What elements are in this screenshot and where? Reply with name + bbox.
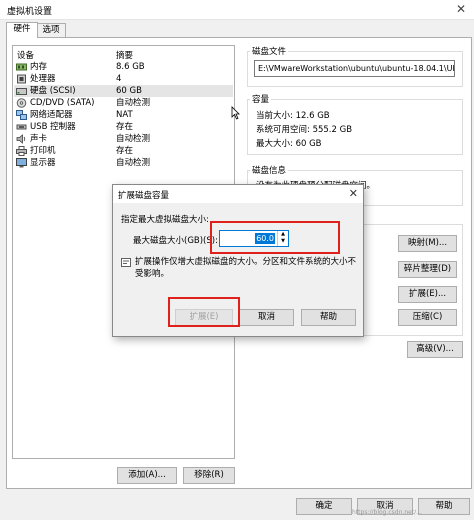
compact-button[interactable]: 压缩(C) [398,309,457,326]
device-summary: 8.6 GB [116,62,145,72]
device-summary: 自动检测 [116,98,151,108]
hard-disk-icon [16,88,27,95]
dialog-title: 扩展磁盘容量 [118,191,170,201]
device-summary: NAT [116,110,133,120]
device-name: 声卡 [30,134,48,144]
device-row-hard-disk[interactable]: 硬盘 (SCSI) 60 GB [14,85,233,97]
summary-column-header: 摘要 [116,51,134,61]
device-summary: 60 GB [116,86,142,96]
map-button[interactable]: 映射(M)... [398,235,457,252]
dialog-prompt: 指定最大虚拟磁盘大小: [121,215,209,225]
expand-disk-dialog: 扩展磁盘容量 ✕ 指定最大虚拟磁盘大小: 最大磁盘大小(GB)(S): 60.0… [112,184,364,337]
disk-file-title: 磁盘文件 [250,45,289,57]
expand-disk-button[interactable]: 扩展(E)... [398,286,457,303]
device-row-memory[interactable]: 内存 8.6 GB [14,61,233,73]
expand-highlight-box [168,297,240,327]
watermark-text: https://blog.csdn.net/... [352,509,422,516]
device-row-processor[interactable]: 处理器 4 [14,73,233,85]
disk-info-title: 磁盘信息 [250,164,289,176]
tab-hardware[interactable]: 硬件 [6,22,38,38]
usb-icon [16,124,27,130]
device-name: USB 控制器 [30,122,76,132]
remove-device-button[interactable]: 移除(R) [183,467,235,484]
info-icon [121,258,131,267]
advanced-button[interactable]: 高级(V)... [407,341,463,358]
sound-card-icon [16,134,26,144]
current-size-text: 当前大小: 12.6 GB [256,111,330,121]
device-name: CD/DVD (SATA) [30,98,95,108]
size-highlight-box [210,221,340,254]
device-name: 网络适配器 [30,110,73,120]
mouse-cursor-icon [231,106,240,120]
free-space-text: 系统可用空间: 555.2 GB [256,125,353,135]
device-name: 处理器 [30,74,56,84]
window-title: 虚拟机设置 [7,7,53,17]
device-summary: 存在 [116,146,134,156]
dialog-close-icon[interactable]: ✕ [349,187,358,200]
network-adapter-icon [16,110,27,120]
tab-options[interactable]: 选项 [36,23,66,38]
max-size-text: 最大大小: 60 GB [256,139,322,149]
device-row-usb-controller[interactable]: USB 控制器 存在 [14,121,233,133]
capacity-title: 容量 [250,93,272,105]
device-row-network-adapter[interactable]: 网络适配器 NAT [14,109,233,121]
device-summary: 自动检测 [116,158,151,168]
device-row-monitor[interactable]: 显示器 自动检测 [14,157,233,169]
device-row-printer[interactable]: 打印机 存在 [14,145,233,157]
cpu-icon [17,74,26,84]
memory-icon [16,63,27,71]
dialog-cancel-button[interactable]: 取消 [239,309,294,326]
window-close-icon[interactable]: ✕ [454,2,468,16]
max-size-label: 最大磁盘大小(GB)(S): [133,236,218,246]
device-name: 显示器 [30,158,56,168]
add-device-button[interactable]: 添加(A)... [117,467,177,484]
dialog-note: 扩展操作仅增大虚拟磁盘的大小。分区和文件系统的大小不受影响。 [135,257,357,279]
dialog-help-button[interactable]: 帮助 [301,309,356,326]
device-summary: 存在 [116,122,134,132]
device-name: 硬盘 (SCSI) [30,86,76,96]
device-name: 打印机 [30,146,56,156]
device-summary: 自动检测 [116,134,151,144]
monitor-icon [16,158,27,168]
device-column-header: 设备 [17,51,35,61]
window-titlebar: 虚拟机设置 ✕ [0,0,474,20]
device-summary: 4 [116,74,122,84]
device-row-sound-card[interactable]: 声卡 自动检测 [14,133,233,145]
ok-button[interactable]: 确定 [296,498,352,515]
device-name: 内存 [30,62,48,72]
device-row-cd-dvd[interactable]: CD/DVD (SATA) 自动检测 [14,97,233,109]
printer-icon [16,146,27,156]
disk-file-path-field[interactable]: E:\VMwareWorkstation\ubuntu\ubuntu-18.04… [254,60,455,77]
cd-dvd-icon [16,98,27,108]
defragment-button[interactable]: 碎片整理(D) [398,261,457,278]
help-button[interactable]: 帮助 [418,498,470,515]
